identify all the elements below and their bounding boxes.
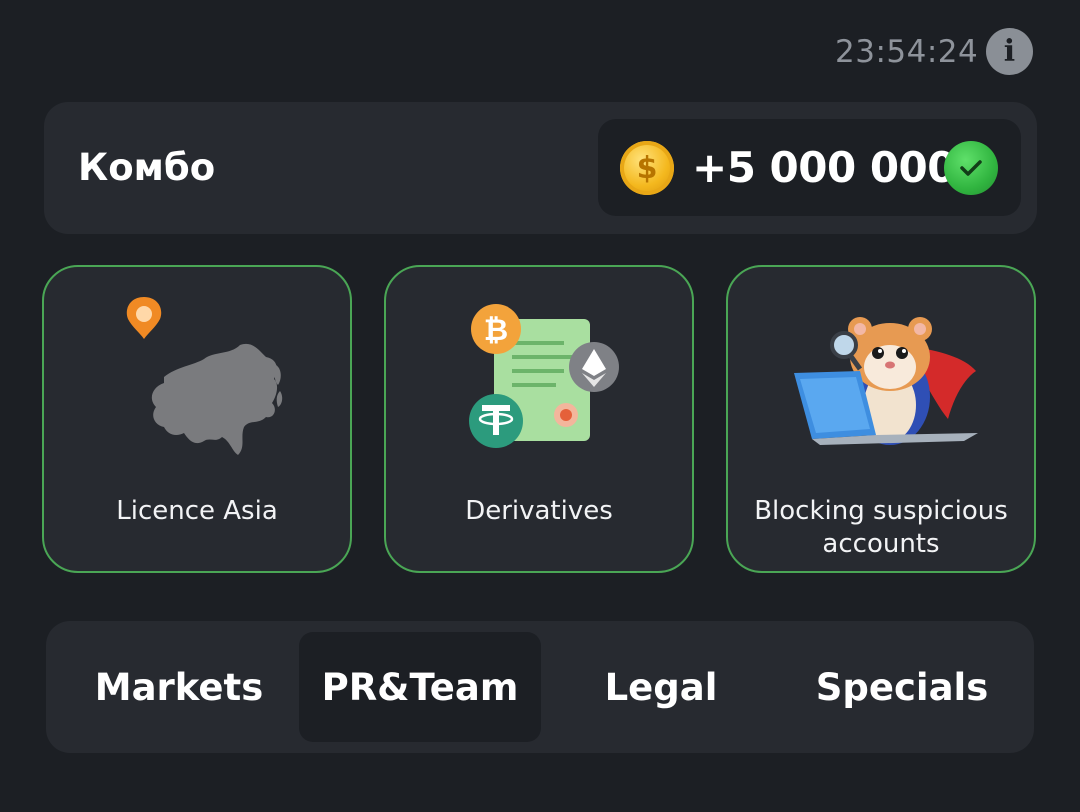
tab-pr-team[interactable]: PR&Team — [299, 632, 541, 742]
tab-specials[interactable]: Specials — [781, 632, 1023, 742]
tab-legal[interactable]: Legal — [540, 632, 782, 742]
reward-amount: +5 000 000 — [692, 143, 957, 192]
asia-map-pin-icon — [44, 287, 350, 487]
card-label: Blocking suspicious accounts — [754, 496, 1008, 559]
card-label: Derivatives — [465, 496, 613, 526]
countdown-timer: 23:54:24 — [835, 34, 979, 70]
combo-card-derivatives[interactable]: ₿ Derivatives — [384, 265, 694, 573]
combo-title: Комбо — [78, 146, 216, 189]
combo-card-blocking-accounts[interactable]: Blocking suspicious accounts — [726, 265, 1036, 573]
svg-text:₿: ₿ — [484, 313, 508, 348]
card-label: Licence Asia — [116, 496, 278, 526]
combo-card-licence-asia[interactable]: Licence Asia — [42, 265, 352, 573]
category-tabs: Markets PR&Team Legal Specials — [46, 621, 1034, 753]
reward-pill: $ +5 000 000 — [598, 119, 1021, 216]
coin-icon: $ — [620, 141, 674, 195]
hamster-detective-laptop-icon — [728, 287, 1034, 487]
checkmark-icon — [944, 141, 998, 195]
info-icon[interactable]: i — [986, 28, 1033, 75]
combo-bar: Комбо $ +5 000 000 — [44, 102, 1037, 234]
tab-markets[interactable]: Markets — [58, 632, 300, 742]
crypto-document-icon: ₿ — [386, 287, 692, 487]
